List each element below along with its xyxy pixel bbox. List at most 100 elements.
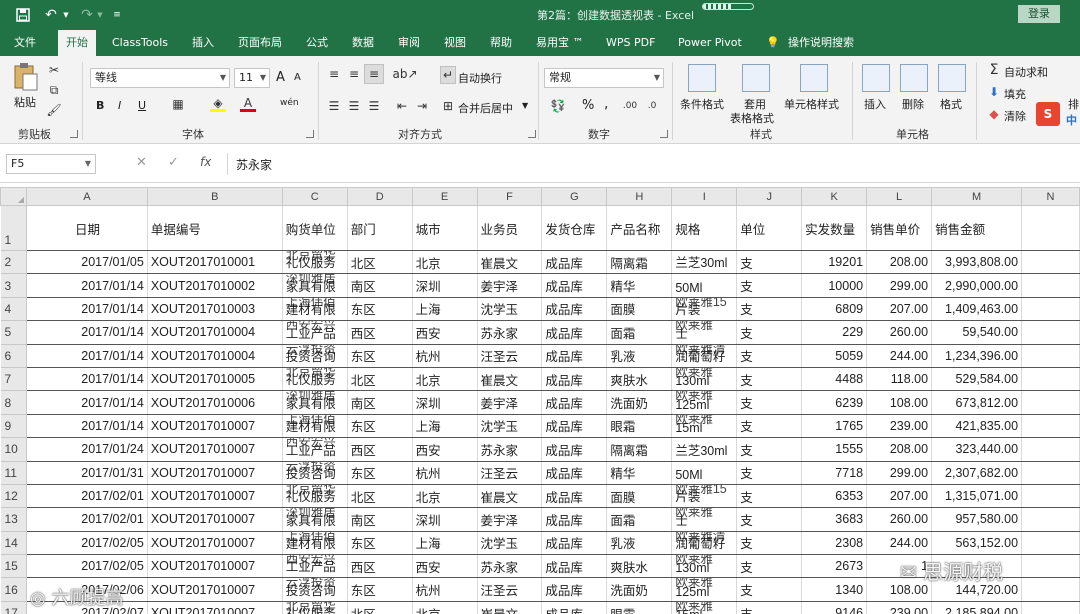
cell[interactable]: 673,812.00 — [931, 390, 1023, 415]
cell[interactable] — [1021, 577, 1080, 602]
conditional-format-icon[interactable] — [688, 64, 716, 92]
cell[interactable] — [1021, 297, 1080, 322]
row-header[interactable]: 9 — [0, 414, 27, 439]
cell[interactable]: 杭州 — [412, 461, 478, 485]
tab-page-layout[interactable]: 页面布局 — [238, 30, 282, 56]
row-header[interactable]: 2 — [0, 250, 27, 275]
cell[interactable] — [1021, 601, 1080, 614]
cell[interactable]: 208.00 — [866, 437, 933, 462]
cell[interactable]: 成品库 — [541, 437, 608, 462]
cell[interactable]: 欧莱雅15ml — [671, 414, 738, 439]
wrap-text-icon[interactable]: ↵ — [440, 66, 456, 84]
alignment-launcher-icon[interactable] — [528, 130, 536, 138]
cell[interactable]: XOUT2017010007 — [147, 531, 283, 556]
cell[interactable]: XOUT2017010004 — [147, 320, 283, 345]
row-header[interactable]: 6 — [0, 344, 27, 368]
cell[interactable]: 北京贸华礼仪服务 — [282, 484, 348, 509]
cell[interactable]: 眼霜 — [606, 414, 673, 439]
row-header[interactable]: 13 — [0, 507, 27, 532]
cell[interactable]: 支 — [736, 390, 803, 415]
cell[interactable]: 北区 — [347, 250, 413, 275]
cell[interactable]: 精华 — [606, 461, 673, 485]
cell[interactable]: 支 — [736, 531, 803, 556]
cell[interactable]: 眼霜 — [606, 601, 673, 614]
cell[interactable]: 西区 — [347, 320, 413, 345]
cell[interactable]: 东区 — [347, 577, 413, 602]
borders-icon[interactable]: ▦ — [170, 96, 186, 112]
column-header[interactable]: I — [671, 187, 738, 206]
cell[interactable]: 崔晨文 — [477, 484, 543, 509]
cell[interactable]: 244.00 — [866, 531, 933, 556]
column-header[interactable]: H — [606, 187, 673, 206]
cell[interactable]: XOUT2017010007 — [147, 507, 283, 532]
header-cell[interactable]: 日期 — [26, 205, 148, 251]
column-header[interactable]: M — [931, 187, 1023, 206]
cell[interactable]: 沈学玉 — [477, 531, 543, 556]
cell[interactable]: 杭州 — [412, 344, 478, 368]
tab-file[interactable]: 文件 — [14, 30, 36, 56]
cell[interactable]: 上海伟佰 建材有限 — [282, 297, 348, 322]
login-button[interactable]: 登录 — [1018, 5, 1060, 23]
header-cell[interactable]: 发货仓库 — [541, 205, 608, 251]
row-header[interactable]: 1 — [0, 205, 27, 251]
cell[interactable]: 563,152.00 — [931, 531, 1023, 556]
tab-help[interactable]: 帮助 — [490, 30, 512, 56]
cell[interactable]: XOUT2017010002 — [147, 273, 283, 298]
cell[interactable]: 北京 — [412, 250, 478, 275]
decrease-decimal-icon[interactable]: .0 — [642, 98, 662, 114]
header-cell[interactable]: 购货单位 — [282, 205, 348, 251]
cell[interactable]: 西安宏兴 工业产品 — [282, 437, 348, 462]
cell[interactable]: 深圳雅居 家具有限 — [282, 390, 348, 415]
cell[interactable]: 2017/01/14 — [26, 344, 148, 368]
cell[interactable] — [1021, 344, 1080, 368]
cell[interactable]: 4488 — [801, 367, 868, 392]
font-launcher-icon[interactable] — [306, 130, 314, 138]
cell[interactable]: 成品库 — [541, 461, 608, 485]
align-center-icon[interactable]: ☰ — [346, 98, 362, 114]
format-as-table-button-line2[interactable]: 表格格式 — [730, 110, 774, 126]
cell[interactable]: XOUT2017010006 — [147, 390, 283, 415]
cell[interactable]: 2017/01/14 — [26, 320, 148, 345]
cell[interactable]: 深圳 — [412, 390, 478, 415]
cell[interactable]: 成品库 — [541, 601, 608, 614]
cell[interactable]: 欧莱雅士 — [671, 507, 738, 532]
cell[interactable]: 9146 — [801, 601, 868, 614]
cell[interactable]: 欧莱雅15 片装 — [671, 297, 738, 322]
cell[interactable]: 108.00 — [866, 390, 933, 415]
cell[interactable] — [1021, 367, 1080, 392]
insert-cells-icon[interactable] — [862, 64, 890, 92]
cell[interactable]: 207.00 — [866, 484, 933, 509]
cell[interactable]: XOUT2017010007 — [147, 414, 283, 439]
column-header[interactable]: B — [146, 187, 283, 206]
clear-button[interactable]: 清除 — [1004, 108, 1026, 124]
fill-color-icon[interactable]: ◈ — [210, 96, 226, 112]
cell[interactable]: 支 — [736, 414, 803, 439]
cell[interactable]: XOUT2017010007 — [147, 461, 283, 485]
wrap-text-button[interactable]: 自动换行 — [458, 70, 502, 86]
cell[interactable]: 1,234,396.00 — [931, 344, 1023, 368]
cell[interactable]: 崔晨文 — [477, 601, 543, 614]
cell[interactable]: 成品库 — [541, 554, 608, 579]
cell[interactable]: 229 — [801, 320, 868, 345]
fill-button[interactable]: 填充 — [1004, 86, 1026, 102]
cell[interactable]: 西安宏兴 工业产品 — [282, 554, 348, 579]
cell[interactable]: 南区 — [347, 390, 413, 415]
column-header[interactable]: G — [541, 187, 608, 206]
insert-function-button[interactable]: fx — [200, 155, 211, 169]
cell[interactable]: 爽肤水 — [606, 367, 673, 392]
tab-insert[interactable]: 插入 — [192, 30, 214, 56]
column-header[interactable]: A — [25, 187, 148, 206]
cell[interactable]: 260.00 — [866, 507, 933, 532]
column-header[interactable]: L — [866, 187, 933, 206]
cell[interactable] — [1021, 250, 1080, 275]
cell[interactable]: XOUT2017010005 — [147, 367, 283, 392]
cell[interactable]: 汪圣云 — [477, 344, 543, 368]
cell[interactable]: 欧莱雅清 润葡萄籽 — [671, 344, 738, 368]
cell[interactable]: 洗面奶 — [606, 390, 673, 415]
tab-data[interactable]: 数据 — [352, 30, 374, 56]
cell[interactable]: 隔离霜 — [606, 250, 673, 275]
cell[interactable]: 汪圣云 — [477, 461, 543, 485]
cell[interactable]: 2017/01/14 — [26, 390, 148, 415]
row-header[interactable]: 10 — [0, 437, 27, 462]
italic-button[interactable]: I — [118, 99, 121, 112]
